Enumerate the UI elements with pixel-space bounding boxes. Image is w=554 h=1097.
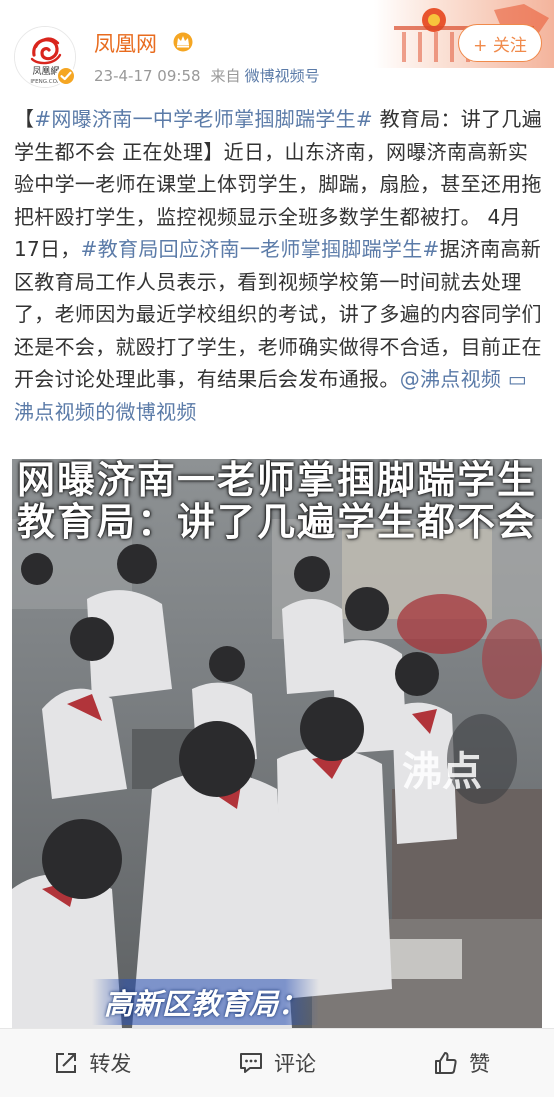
post-link[interactable]: #网曝济南一中学老师掌掴脚踹学生# [34,107,373,131]
post-link[interactable]: @沸点视频 [400,367,502,391]
post-text-segment: 【 [14,107,35,131]
video-lower-label: 高新区教育局： [92,979,320,1025]
like-button[interactable]: 赞 [369,1029,554,1097]
video-player[interactable]: 网曝济南一老师掌掴脚踹学生 教育局：讲了几遍学生都不会 沸点 高新区教育局： [12,459,542,1028]
thumbs-up-icon [435,1052,457,1074]
comment-icon [240,1053,262,1073]
post-text-segment [501,367,508,391]
like-label: 赞 [469,1052,491,1076]
repost-icon [56,1053,77,1073]
post-timestamp: 23-4-17 09:58 [94,67,201,85]
repost-button[interactable]: 转发 [0,1029,185,1097]
post-header: 凤凰網 IFENG.COM 凤凰网 23-4-17 09:58 来自 微博视频号 +… [0,0,554,100]
account-name[interactable]: 凤凰网 [94,28,157,58]
video-caption-line2: 教育局：讲了几遍学生都不会 [16,500,537,544]
repost-label: 转发 [89,1052,132,1076]
follow-button[interactable]: + 关注 [458,24,542,62]
crown-badge-icon [173,32,193,52]
verified-badge-icon [56,66,76,86]
source-prefix: 来自 [210,67,241,85]
action-toolbar: 转发 评论 赞 [0,1028,554,1097]
post-meta: 23-4-17 09:58 来自 微博视频号 [94,65,320,86]
post-link[interactable]: #教育局回应济南一老师掌掴脚踹学生# [81,237,440,261]
comment-button[interactable]: 评论 [185,1029,370,1097]
video-watermark: 沸点 [402,749,482,795]
post-text: 【#网曝济南一中学老师掌掴脚踹学生# 教育局：讲了几遍学生都不会 正在处理】近日… [14,103,542,428]
post-source-link[interactable]: 微博视频号 [245,67,320,85]
comment-label: 评论 [274,1052,316,1076]
